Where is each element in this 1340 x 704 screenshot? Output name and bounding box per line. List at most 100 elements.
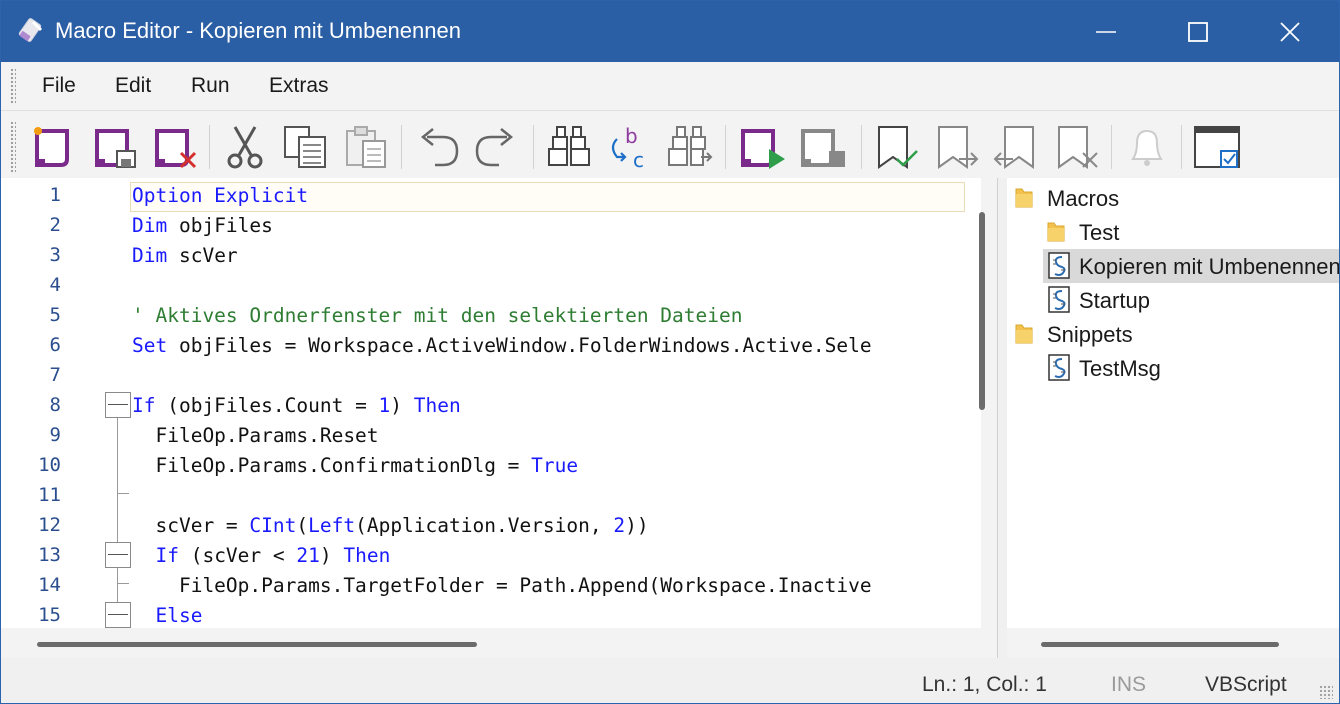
code-token: Else [155,604,203,627]
menu-edit[interactable]: Edit [115,74,151,98]
replace-button[interactable]: b c [605,123,653,172]
fold-toggle[interactable] [105,542,131,568]
code-line[interactable]: 5 ' Aktives Ordnerfenster mit den selekti… [1,300,981,330]
menu-file[interactable]: File [42,74,76,98]
copy-button[interactable] [281,123,329,171]
maximize-button[interactable] [1153,1,1243,62]
line-number: 7 [49,364,61,386]
next-bookmark-button[interactable] [933,123,981,171]
code-line[interactable]: 14 FileOp.Params.TargetFolder = Path.App… [1,570,981,600]
code-line[interactable]: 12 scVer = CInt(Left(Application.Version… [1,510,981,540]
close-icon [1280,22,1300,42]
fold-tick [117,583,129,584]
tree-macro-item[interactable]: Kopieren mit Umbenennen [1043,249,1339,283]
fold-tick [117,493,129,494]
code-token: scVer [167,244,238,267]
code-line[interactable]: 7 [1,360,981,390]
maximize-icon [1188,22,1208,42]
code-line[interactable]: 8 If (objFiles.Count = 1) Then [1,390,981,420]
redo-arrow-icon [475,128,514,167]
svg-text:b: b [625,124,638,148]
fold-toggle[interactable] [105,602,131,628]
save-macro-button[interactable] [91,123,139,171]
clear-bookmarks-button[interactable] [1053,123,1101,171]
macro-tree[interactable]: Macros Test Kopieren mit Umbenennen Startup… [1007,178,1339,628]
code-line[interactable]: 11 [1,480,981,510]
redo-button[interactable] [473,123,521,171]
code-token: Dim [132,244,168,267]
editor-horizontal-scrollbar[interactable] [37,642,477,647]
close-button[interactable] [1245,1,1335,62]
code-token: Option Explicit [132,184,309,207]
bell-icon [1131,129,1163,166]
code-line[interactable]: 2 Dim objFiles [1,210,981,240]
code-line[interactable]: 6 Set objFiles = Workspace.ActiveWindow.F… [1,330,981,360]
toolbar-separator [209,125,210,169]
code-token: 1 [378,394,391,417]
code-text: FileOp.Params.TargetFolder = Path.Append… [132,574,872,597]
menu-extras[interactable]: Extras [269,74,329,98]
code-editor[interactable]: 15 Else 14 FileOp.Params.TargetFolder = P… [1,178,981,628]
code-text: Dim scVer [132,244,238,267]
find-next-button[interactable] [665,123,713,171]
code-token: CInt [249,514,297,537]
toolbar-grip[interactable] [10,121,16,173]
stop-script-icon [801,129,845,167]
resize-grip[interactable] [1319,685,1333,699]
code-token: ( [296,514,309,537]
run-button[interactable] [739,123,787,171]
delete-script-icon [155,129,197,169]
code-line[interactable]: 15 Else [1,600,981,628]
editor-vertical-scrollbar[interactable] [979,212,985,410]
code-line[interactable]: 4 [1,270,981,300]
bookmark-check-icon [878,126,918,169]
tree-folder-item[interactable]: Snippets [1011,317,1339,351]
tree-macro-item[interactable]: TestMsg [1043,351,1339,385]
code-line[interactable]: 1 Option Explicit [1,180,981,212]
undo-button[interactable] [413,123,461,171]
bookmark-next-icon [938,126,979,169]
delete-macro-button[interactable] [151,123,199,171]
tree-macro-item[interactable]: Startup [1043,283,1339,317]
cut-button[interactable] [221,123,269,171]
line-number: 11 [38,484,61,506]
code-line[interactable]: 13 If (scVer < 21) Then [1,540,981,570]
tree-horizontal-scrollbar[interactable] [1041,642,1279,647]
toolbar-separator [725,125,726,169]
menu-run[interactable]: Run [191,74,230,98]
code-token: (scVer < [178,544,297,567]
language-mode[interactable]: VBScript [1205,673,1287,697]
code-text: scVer = CInt(Left(Application.Version, 2… [132,514,648,537]
menu-grip[interactable] [10,68,16,104]
tree-folder-item[interactable]: Macros [1011,181,1339,215]
code-token: 21 [296,544,320,567]
code-token: Dim [132,214,168,237]
new-macro-button[interactable] [29,123,77,171]
notification-button[interactable] [1123,123,1171,171]
code-text: If (scVer < 21) Then [132,544,390,567]
toolbar: b c [1,110,1339,179]
code-token: True [531,454,579,477]
code-line[interactable]: 9 FileOp.Params.Reset [1,420,981,450]
copy-icon [284,126,326,168]
toggle-bookmark-button[interactable] [873,123,921,171]
previous-bookmark-button[interactable] [991,123,1039,171]
window-title: Macro Editor - Kopieren mit Umbenennen [55,18,461,43]
tree-item-label: TestMsg [1079,356,1161,381]
folder-icon [1015,321,1033,350]
find-button[interactable] [545,123,593,171]
fold-toggle[interactable] [105,392,131,418]
tree-folder-item[interactable]: Test [1043,215,1339,249]
stop-button[interactable] [799,123,847,171]
paste-button[interactable] [341,123,389,171]
toggle-panel-button[interactable] [1193,123,1241,171]
line-number: 3 [49,244,61,266]
code-line[interactable]: 3 Dim scVer [1,240,981,270]
save-script-icon [95,129,136,168]
toolbar-separator [401,125,402,169]
replace-bc-icon: b c [611,124,644,172]
code-line[interactable]: 10 FileOp.Params.ConfirmationDlg = True [1,450,981,480]
minimize-button[interactable] [1061,1,1151,62]
line-number: 5 [49,304,61,326]
